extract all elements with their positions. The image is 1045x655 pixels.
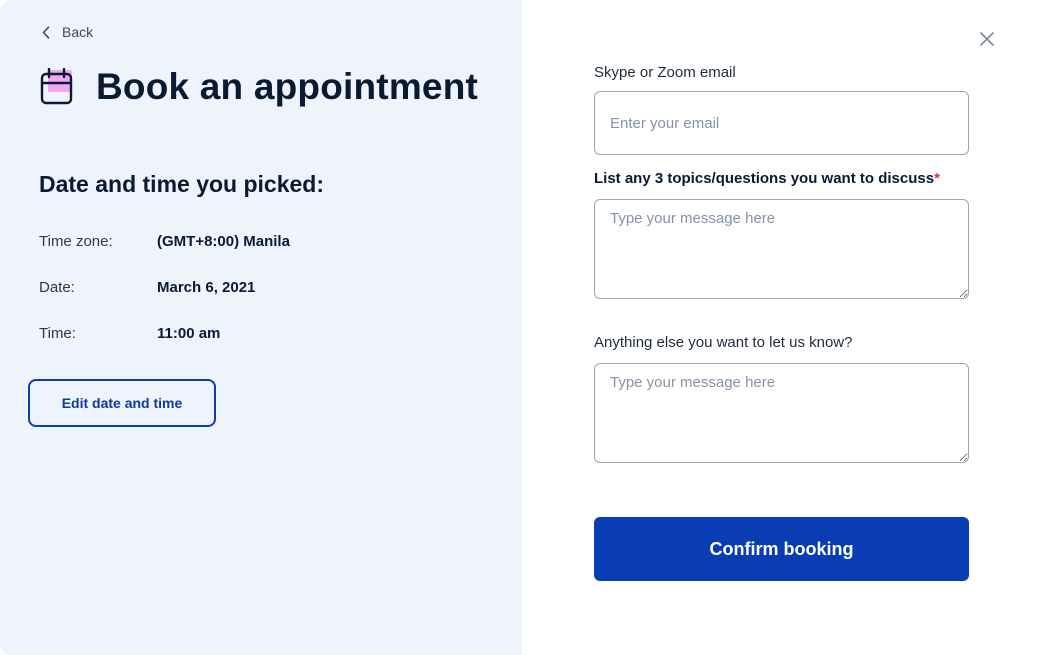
appointment-summary-panel: Back Book an appointment Date and time y… [0,0,522,655]
time-value: 11:00 am [157,325,221,342]
date-label: Date: [39,279,75,296]
page-title: Book an appointment [96,66,479,107]
timezone-row: Time zone: (GMT+8:00) Manila [39,233,290,250]
topics-label-text: List any 3 topics/questions you want to … [594,170,935,187]
back-link[interactable]: Back [42,22,93,42]
time-row: Time: 11:00 am [39,325,220,342]
other-textarea[interactable] [594,363,969,463]
email-field[interactable] [594,91,969,155]
time-label: Time: [39,325,76,342]
booking-form-panel: Skype or Zoom email List any 3 topics/qu… [522,0,1045,655]
timezone-value: (GMT+8:00) Manila [157,233,290,250]
page-header: Book an appointment [40,66,478,108]
email-label: Skype or Zoom email [594,64,736,81]
calendar-icon [40,67,74,106]
topics-label: List any 3 topics/questions you want to … [594,170,940,187]
chevron-left-icon [42,25,50,39]
booking-modal: Back Book an appointment Date and time y… [0,0,1045,655]
timezone-label: Time zone: [39,233,113,250]
date-row: Date: March 6, 2021 [39,279,255,296]
topics-textarea[interactable] [594,199,969,299]
edit-date-time-button[interactable]: Edit date and time [28,379,216,427]
picked-heading: Date and time you picked: [39,171,325,197]
back-label: Back [62,24,94,40]
other-label: Anything else you want to let us know? [594,334,853,351]
required-mark: * [934,170,940,187]
close-icon[interactable] [978,30,996,48]
confirm-booking-button[interactable]: Confirm booking [594,517,969,581]
date-value: March 6, 2021 [157,279,256,296]
